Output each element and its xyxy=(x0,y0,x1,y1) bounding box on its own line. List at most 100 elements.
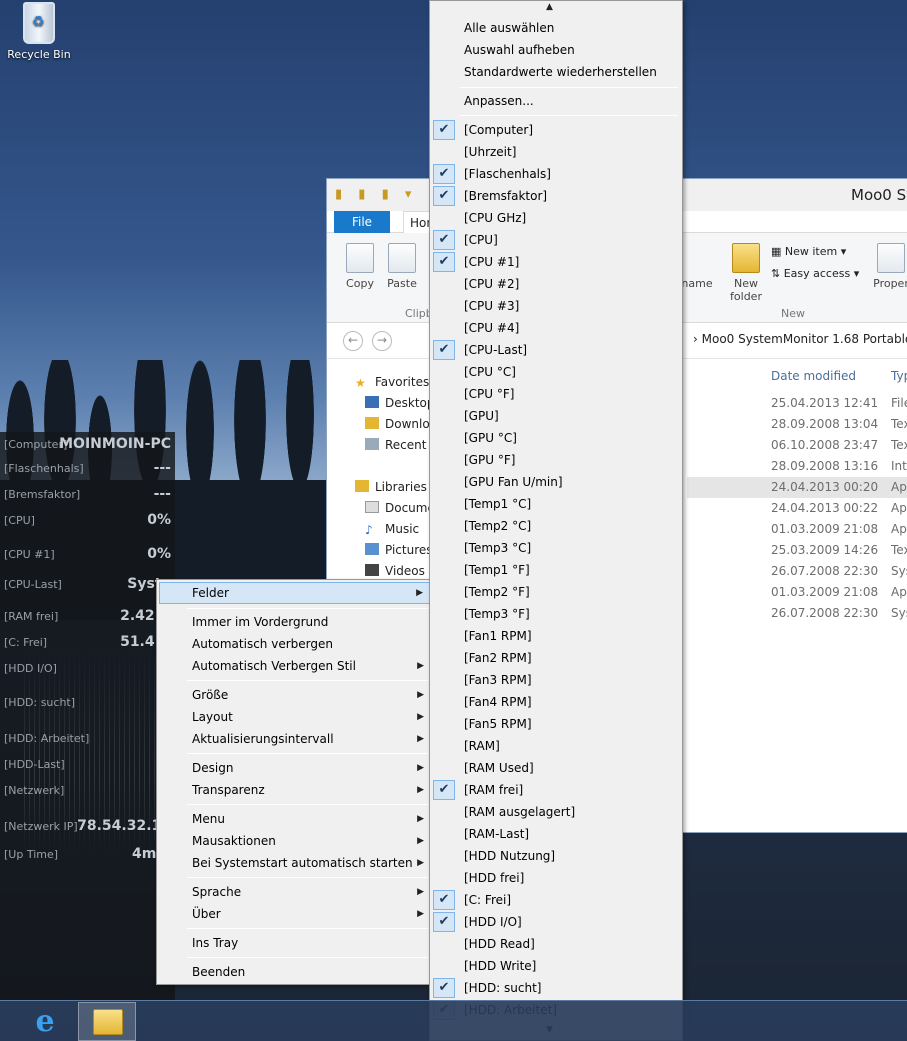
field-menu-item[interactable]: [Fan1 RPM] xyxy=(432,625,680,647)
menu-item-alle-auswaehlen[interactable]: Alle auswählen xyxy=(432,17,680,39)
menu-item-design[interactable]: Design ▶ xyxy=(159,757,430,779)
menu-item-standardwerte[interactable]: Standardwerte wiederherstellen xyxy=(432,61,680,83)
menu-item-mausaktionen[interactable]: Mausaktionen ▶ xyxy=(159,830,430,852)
field-menu-item[interactable]: [RAM] xyxy=(432,735,680,757)
field-menu-item[interactable]: [Temp3 °C] xyxy=(432,537,680,559)
menu-item-aktualisierung[interactable]: Aktualisierungsintervall ▶ xyxy=(159,728,430,750)
field-menu-item[interactable]: [HDD Read] xyxy=(432,933,680,955)
internet-explorer-icon[interactable]: e xyxy=(22,1005,68,1039)
field-menu-item[interactable]: [RAM Used] xyxy=(432,757,680,779)
new-folder-button[interactable]: New folder xyxy=(725,243,767,303)
field-menu-label: [Bremsfaktor] xyxy=(464,189,548,203)
field-menu-item[interactable]: [Fan5 RPM] xyxy=(432,713,680,735)
menu-item-beenden[interactable]: Beenden xyxy=(159,961,430,983)
field-menu-item[interactable]: ✔ [HDD: sucht] xyxy=(432,977,680,999)
properties-button[interactable]: Proper xyxy=(871,243,907,290)
nav-videos[interactable]: Videos xyxy=(365,564,425,578)
field-menu-item[interactable]: [RAM ausgelagert] xyxy=(432,801,680,823)
field-menu-item[interactable]: ✔ [C: Frei] xyxy=(432,889,680,911)
system-monitor-gadget[interactable]: [Computer] MOINMOIN-PC [Flaschenhals] --- [B… xyxy=(0,432,175,1000)
field-menu-item[interactable]: [HDD Nutzung] xyxy=(432,845,680,867)
nav-recent[interactable]: Recent p xyxy=(365,438,438,452)
easy-access-button[interactable]: ⇅ Easy access ▾ xyxy=(771,267,859,280)
field-menu-item[interactable]: ✔ [Bremsfaktor] xyxy=(432,185,680,207)
field-menu-item[interactable]: [Temp1 °C] xyxy=(432,493,680,515)
file-row[interactable]: 01.03.2009 21:08 Ap xyxy=(687,519,907,540)
nav-libraries[interactable]: Libraries xyxy=(355,480,427,494)
menu-item-layout[interactable]: Layout ▶ xyxy=(159,706,430,728)
field-menu-item[interactable]: [GPU °F] xyxy=(432,449,680,471)
rename-button[interactable]: name xyxy=(681,243,713,290)
copy-button[interactable]: Copy xyxy=(343,243,377,290)
nav-pictures[interactable]: Pictures xyxy=(365,543,433,557)
field-menu-item[interactable]: [Fan4 RPM] xyxy=(432,691,680,713)
menu-item-auto-verbergen[interactable]: Automatisch verbergen xyxy=(159,633,430,655)
field-menu-item[interactable]: [Temp1 °F] xyxy=(432,559,680,581)
field-menu-item[interactable]: [Uhrzeit] xyxy=(432,141,680,163)
field-menu-item[interactable]: [CPU #2] xyxy=(432,273,680,295)
nav-documents[interactable]: Docume xyxy=(365,501,435,515)
file-row[interactable]: 28.09.2008 13:16 Inte xyxy=(687,456,907,477)
field-menu-item[interactable]: ✔ [CPU #1] xyxy=(432,251,680,273)
file-row[interactable]: 24.04.2013 00:22 Ap xyxy=(687,498,907,519)
field-menu-item[interactable]: ✔ [Computer] xyxy=(432,119,680,141)
file-row[interactable]: 24.04.2013 00:20 Ap xyxy=(687,477,907,498)
new-item-button[interactable]: ▦ New item ▾ xyxy=(771,245,846,258)
menu-item-auswahl-aufheben[interactable]: Auswahl aufheben xyxy=(432,39,680,61)
file-row[interactable]: 26.07.2008 22:30 Sys xyxy=(687,561,907,582)
field-menu-item[interactable]: [HDD Write] xyxy=(432,955,680,977)
file-explorer-taskbar-button[interactable] xyxy=(78,1002,136,1041)
file-row[interactable]: 25.03.2009 14:26 Tex xyxy=(687,540,907,561)
field-menu-item[interactable]: [Temp3 °F] xyxy=(432,603,680,625)
nav-favorites[interactable]: ★ Favorites xyxy=(355,375,429,390)
scroll-up-arrow-icon[interactable]: ▲ xyxy=(546,2,553,12)
field-menu-item[interactable]: [CPU GHz] xyxy=(432,207,680,229)
field-menu-item[interactable]: [Temp2 °F] xyxy=(432,581,680,603)
nav-downloads[interactable]: Downlo xyxy=(365,417,430,431)
field-menu-item[interactable]: [HDD frei] xyxy=(432,867,680,889)
menu-item-sprache[interactable]: Sprache ▶ xyxy=(159,881,430,903)
menu-item-systemstart[interactable]: Bei Systemstart automatisch starten ▶ xyxy=(159,852,430,874)
field-menu-item[interactable]: [GPU Fan U/min] xyxy=(432,471,680,493)
field-menu-item[interactable]: [Fan2 RPM] xyxy=(432,647,680,669)
forward-arrow-icon[interactable]: → xyxy=(372,331,392,351)
breadcrumb[interactable]: › Moo0 SystemMonitor 1.68 Portable xyxy=(693,332,907,346)
field-menu-item[interactable]: ✔ [CPU-Last] xyxy=(432,339,680,361)
field-menu-item[interactable]: ✔ [RAM frei] xyxy=(432,779,680,801)
field-menu-item[interactable]: [CPU #4] xyxy=(432,317,680,339)
back-arrow-icon[interactable]: ← xyxy=(343,331,363,351)
menu-item-felder[interactable]: Felder ▶ xyxy=(159,582,430,604)
field-menu-item[interactable]: [Fan3 RPM] xyxy=(432,669,680,691)
menu-item-immer-vordergrund[interactable]: Immer im Vordergrund xyxy=(159,611,430,633)
column-date-modified[interactable]: Date modified xyxy=(771,369,856,383)
file-row[interactable]: 26.07.2008 22:30 Sys xyxy=(687,603,907,624)
field-menu-item[interactable]: ✔ [Flaschenhals] xyxy=(432,163,680,185)
nav-desktop[interactable]: Desktop xyxy=(365,396,435,410)
field-menu-item[interactable]: [Temp2 °C] xyxy=(432,515,680,537)
field-menu-item[interactable]: [RAM-Last] xyxy=(432,823,680,845)
tab-file[interactable]: File xyxy=(334,211,390,233)
field-menu-item[interactable]: [CPU °C] xyxy=(432,361,680,383)
file-row[interactable]: 01.03.2009 21:08 Ap xyxy=(687,582,907,603)
recycle-bin[interactable]: Recycle Bin xyxy=(6,0,72,61)
field-menu-item[interactable]: ✔ [CPU] xyxy=(432,229,680,251)
menu-item-anpassen[interactable]: Anpassen... xyxy=(432,90,680,112)
menu-item-menu[interactable]: Menu ▶ xyxy=(159,808,430,830)
paste-button[interactable]: Paste xyxy=(385,243,419,290)
menu-item-auto-verbergen-stil[interactable]: Automatisch Verbergen Stil ▶ xyxy=(159,655,430,677)
field-menu-item[interactable]: [CPU #3] xyxy=(432,295,680,317)
file-row[interactable]: 28.09.2008 13:04 Tex xyxy=(687,414,907,435)
menu-item-transparenz[interactable]: Transparenz ▶ xyxy=(159,779,430,801)
file-row[interactable]: 06.10.2008 23:47 Tex xyxy=(687,435,907,456)
file-row[interactable]: 25.04.2013 12:41 File xyxy=(687,393,907,414)
field-menu-item[interactable]: [GPU] xyxy=(432,405,680,427)
menu-item-ueber[interactable]: Über ▶ xyxy=(159,903,430,925)
field-menu-item[interactable]: [GPU °C] xyxy=(432,427,680,449)
quick-access-toolbar[interactable]: ▮ ▮ ▮ ▾ xyxy=(335,187,417,202)
menu-item-groesse[interactable]: Größe ▶ xyxy=(159,684,430,706)
column-type[interactable]: Typ xyxy=(891,369,907,383)
menu-item-ins-tray[interactable]: Ins Tray xyxy=(159,932,430,954)
nav-music[interactable]: ♪ Music xyxy=(365,522,419,537)
field-menu-item[interactable]: [CPU °F] xyxy=(432,383,680,405)
field-menu-item[interactable]: ✔ [HDD I/O] xyxy=(432,911,680,933)
